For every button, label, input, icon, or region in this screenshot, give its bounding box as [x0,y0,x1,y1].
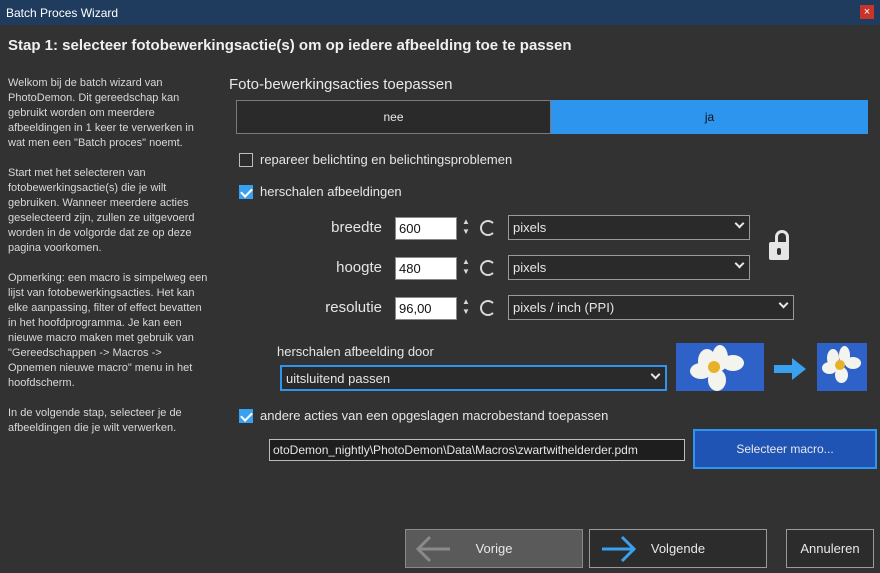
resolution-reset-icon[interactable] [480,300,496,316]
macro-path-field[interactable]: otoDemon_nightly\PhotoDemon\Data\Macros\… [269,439,685,461]
fit-preview-after-image [817,343,867,391]
width-unit-dropdown[interactable]: pixels [508,215,750,240]
height-label: hoogte [336,259,382,276]
intro-text: Welkom bij de batch wizard van PhotoDemo… [8,76,213,451]
fit-mode-value: uitsluitend passen [286,371,391,386]
title-bar: Batch Proces Wizard × [0,0,880,25]
resize-images-label[interactable]: herschalen afbeeldingen [260,184,402,199]
intro-paragraph-3: Opmerking: een macro is simpelweg een li… [8,272,208,389]
width-spinner-icon[interactable]: ▲ ▼ [460,217,472,240]
select-macro-button[interactable]: Selecteer macro... [693,429,877,469]
chevron-down-icon [734,258,745,269]
repair-exposure-checkbox[interactable] [239,153,253,167]
intro-paragraph-4: In de volgende stap, selecteer je de afb… [8,407,182,434]
cancel-button[interactable]: Annuleren [786,529,874,568]
intro-paragraph-1: Welkom bij de batch wizard van PhotoDemo… [8,77,194,149]
arrow-right-icon [774,358,806,380]
chevron-down-icon [650,369,661,380]
repair-exposure-label[interactable]: repareer belichting en belichtingsproble… [260,152,512,167]
height-unit-dropdown[interactable]: pixels [508,255,750,280]
height-spinner-icon[interactable]: ▲ ▼ [460,257,472,280]
chevron-down-icon [734,218,745,229]
resolution-spinner-icon[interactable]: ▲ ▼ [460,297,472,320]
previous-button-label: Vorige [475,541,513,556]
window-title: Batch Proces Wizard [6,6,119,20]
resolution-unit-dropdown[interactable]: pixels / inch (PPI) [508,295,794,320]
page-heading: Stap 1: selecteer fotobewerkingsactie(s)… [8,37,572,54]
toggle-no-button[interactable]: nee [236,100,551,134]
resolution-input[interactable]: 96,00 [395,297,457,320]
aspect-lock-icon[interactable] [767,230,791,262]
fit-preview-before-image [676,343,764,391]
intro-paragraph-2: Start met het selecteren van fotobewerki… [8,167,195,254]
next-button[interactable]: Volgende [589,529,767,568]
height-input[interactable]: 480 [395,257,457,280]
resolution-unit-value: pixels / inch (PPI) [513,300,615,315]
width-input[interactable]: 600 [395,217,457,240]
apply-macro-label[interactable]: andere acties van een opgeslagen macrobe… [260,408,608,423]
resize-images-checkbox[interactable] [239,185,253,199]
resolution-label: resolutie [325,299,382,316]
width-unit-value: pixels [513,220,547,235]
width-reset-icon[interactable] [480,220,496,236]
apply-macro-checkbox[interactable] [239,409,253,423]
height-reset-icon[interactable] [480,260,496,276]
chevron-down-icon [778,298,789,309]
fit-mode-dropdown[interactable]: uitsluitend passen [280,365,667,391]
width-label: breedte [331,219,382,236]
actions-section-title: Foto-bewerkingsacties toepassen [229,76,453,93]
next-button-label: Volgende [650,541,706,556]
height-unit-value: pixels [513,260,547,275]
toggle-yes-button[interactable]: ja [551,100,868,134]
previous-button[interactable]: Vorige [405,529,583,568]
fit-mode-label: herschalen afbeelding door [277,344,434,359]
close-icon[interactable]: × [860,5,874,19]
